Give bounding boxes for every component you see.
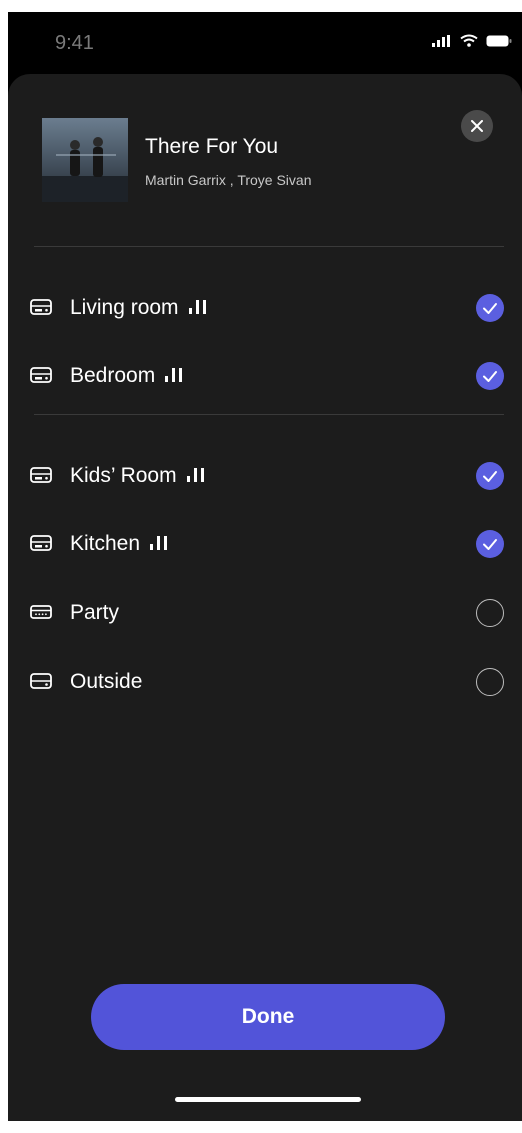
checkmark-icon	[483, 303, 497, 314]
room-row-living-room[interactable]: Living room	[8, 286, 522, 330]
room-name: Party	[70, 601, 120, 624]
playing-equalizer-icon	[188, 300, 206, 314]
selected-check[interactable]	[476, 362, 504, 390]
room-name: Kitchen	[70, 532, 141, 555]
album-art	[42, 118, 128, 202]
room-name: Bedroom	[70, 364, 156, 387]
checkmark-icon	[483, 371, 497, 382]
selected-check[interactable]	[476, 530, 504, 558]
status-icons	[432, 34, 512, 47]
track-artist: Martin Garrix , Troye Sivan	[145, 172, 312, 188]
playing-equalizer-icon	[186, 468, 204, 482]
home-indicator	[175, 1097, 361, 1102]
battery-icon	[486, 35, 512, 46]
selected-check[interactable]	[476, 462, 504, 490]
speaker-icon	[30, 535, 52, 551]
speaker-icon	[30, 367, 52, 383]
speaker-icon	[30, 467, 52, 483]
divider	[34, 246, 504, 247]
speaker-icon	[30, 673, 52, 689]
unselected-check[interactable]	[476, 668, 504, 696]
close-button[interactable]	[461, 110, 493, 142]
room-row-bedroom[interactable]: Bedroom	[8, 354, 522, 398]
wifi-icon	[460, 34, 478, 47]
playing-equalizer-icon	[150, 536, 168, 550]
phone-screen: 9:41 There For You Martin Garrix , Troye…	[8, 12, 522, 1121]
track-title: There For You	[145, 135, 279, 158]
playing-equalizer-icon	[165, 368, 183, 382]
speaker-icon	[30, 299, 52, 315]
now-playing: There For You Martin Garrix , Troye Siva…	[8, 74, 522, 249]
checkmark-icon	[483, 539, 497, 550]
room-name: Living room	[70, 296, 179, 319]
room-name: Kids’ Room	[70, 464, 177, 487]
room-label: Kitchen	[70, 532, 168, 556]
divider	[34, 414, 504, 415]
speaker-selection-sheet: There For You Martin Garrix , Troye Siva…	[8, 74, 522, 1121]
done-button[interactable]: Done	[91, 984, 445, 1050]
checkmark-icon	[483, 471, 497, 482]
room-name: Outside	[70, 670, 143, 693]
close-icon	[471, 120, 483, 132]
room-label: Kids’ Room	[70, 464, 205, 488]
cellular-signal-icon	[432, 34, 450, 47]
soundbar-icon	[30, 605, 52, 619]
room-row-kids-room[interactable]: Kids’ Room	[8, 454, 522, 498]
room-row-party[interactable]: Party	[8, 591, 522, 635]
room-row-kitchen[interactable]: Kitchen	[8, 522, 522, 566]
room-label: Party	[70, 601, 119, 625]
status-bar: 9:41	[8, 12, 522, 62]
unselected-check[interactable]	[476, 599, 504, 627]
room-label: Bedroom	[70, 364, 183, 388]
album-art-figures	[42, 137, 128, 202]
room-label: Outside	[70, 670, 142, 694]
room-row-outside[interactable]: Outside	[8, 660, 522, 704]
status-time: 9:41	[55, 32, 94, 54]
room-label: Living room	[70, 296, 207, 320]
selected-check[interactable]	[476, 294, 504, 322]
